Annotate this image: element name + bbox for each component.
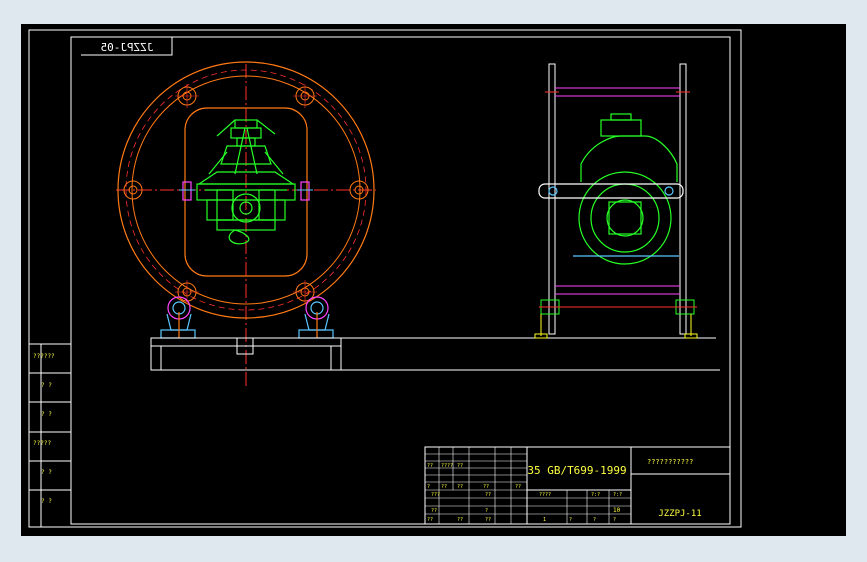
tb-cell-13: ???? (539, 492, 551, 498)
tb-mark-2: ?? (457, 517, 463, 523)
drawing-number: JZZPJ-11 (658, 509, 701, 519)
side-label-1: ?????? (33, 353, 55, 360)
side-label-5: ? ? (41, 469, 52, 476)
cad-viewport[interactable]: JZZPJ-05 ?????? ? ? ? ? ????? ? ? ? ? 35… (21, 24, 846, 536)
crossbar (538, 183, 684, 199)
tb-cell-9: ?? (485, 492, 491, 498)
side-label-4: ????? (33, 440, 51, 447)
tb-cell-18: ? (569, 517, 572, 523)
tb-cell-5: ?? (441, 484, 447, 490)
tb-cell-4: ? (427, 484, 430, 490)
tb-cell-10: ?? (431, 508, 437, 514)
side-label-6: ? ? (41, 498, 52, 505)
side-label-strip: ?????? ? ? ? ? ????? ? ? ? ? (29, 343, 71, 527)
mirrored-code-box: JZZPJ-05 (71, 36, 173, 56)
base-frame (150, 337, 720, 371)
side-label-3: ? ? (41, 411, 52, 418)
part-name-placeholder: ??????????? (647, 458, 693, 466)
title-block: 35 GB/T699-1999 ??????????? JZZPJ-11 ?? … (424, 446, 731, 525)
mirrored-code: JZZPJ-05 (101, 41, 154, 54)
tb-cell-14: ?:? (591, 492, 600, 498)
material-label: 35 GB/T699-1999 (527, 464, 626, 477)
tb-cell-16: 10 (613, 507, 621, 514)
bottom-fixtures (534, 299, 698, 339)
tb-cell-12: ?? (515, 484, 521, 490)
sheet-border (28, 29, 742, 528)
tb-cell-8: ??? (431, 492, 440, 498)
side-view (534, 63, 698, 339)
tb-cell-6: ?? (457, 484, 463, 490)
tb-mark-3: ?? (485, 517, 491, 523)
tb-cell-20: ? (613, 517, 616, 523)
tb-cell-11: ? (485, 508, 488, 514)
tb-cell-3: ?? (457, 463, 463, 469)
front-view (116, 61, 720, 389)
tb-cell-1: ?? (427, 463, 433, 469)
tb-cell-19: ? (593, 517, 596, 523)
drawing-canvas[interactable]: JZZPJ-05 ?????? ? ? ? ? ????? ? ? ? ? 35… (21, 24, 846, 536)
tb-cell-2: ???? (441, 463, 453, 469)
tb-mark-1: ?? (427, 517, 433, 523)
tb-cell-15: ?:? (613, 492, 622, 498)
housing-side (573, 113, 679, 265)
tb-cell-7: ?? (483, 484, 489, 490)
side-label-2: ? ? (41, 382, 52, 389)
tb-cell-17: 1 (543, 517, 546, 523)
